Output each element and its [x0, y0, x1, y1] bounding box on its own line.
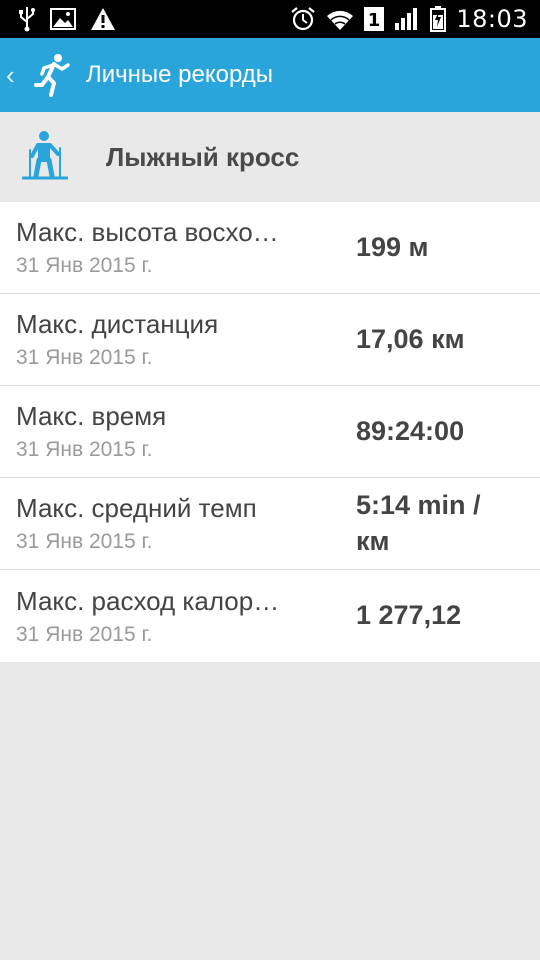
record-label: Макс. средний темп	[16, 493, 257, 523]
signal-icon	[394, 7, 420, 31]
record-date: 31 Янв 2015 г.	[16, 438, 153, 461]
record-row-max-distance[interactable]: Макс. дистанция 31 Янв 2015 г. 17,06 км	[0, 294, 540, 386]
record-info: Макс. время 31 Янв 2015 г.	[16, 401, 356, 462]
status-bar: 1 18:03	[0, 0, 540, 38]
page-title: Личные рекорды	[86, 61, 274, 88]
running-person-icon[interactable]	[34, 53, 70, 97]
record-value: 199 м	[356, 231, 429, 262]
record-value: 89:24:00	[356, 415, 465, 446]
alarm-icon	[290, 6, 316, 32]
record-value: 5:14 min / км	[356, 490, 481, 556]
record-value: 17,06 км	[356, 323, 465, 354]
record-row-max-time[interactable]: Макс. время 31 Янв 2015 г. 89:24:00	[0, 386, 540, 478]
record-label: Макс. расход калор…	[16, 585, 280, 616]
section-header: Лыжный кросс	[0, 112, 540, 202]
record-date: 31 Янв 2015 г.	[16, 254, 153, 277]
record-label: Макс. время	[16, 401, 167, 431]
usb-icon	[18, 6, 36, 32]
record-info: Макс. расход калор… 31 Янв 2015 г.	[16, 586, 356, 647]
status-time: 18:03	[456, 5, 528, 33]
sim-number: 1	[368, 10, 381, 31]
record-info: Макс. средний темп 31 Янв 2015 г.	[16, 493, 356, 554]
image-icon	[50, 8, 76, 30]
record-label: Макс. высота восхо…	[16, 217, 279, 247]
back-chevron-icon[interactable]: ‹	[6, 62, 24, 88]
status-bar-left	[18, 6, 116, 32]
record-row-max-calories[interactable]: Макс. расход калор… 31 Янв 2015 г. 1 277…	[0, 570, 540, 662]
record-date: 31 Янв 2015 г.	[16, 622, 153, 646]
battery-icon	[430, 6, 447, 32]
record-value: 1 277,12	[356, 600, 462, 631]
record-date: 31 Янв 2015 г.	[16, 530, 153, 553]
status-bar-right: 1 18:03	[290, 5, 528, 33]
record-info: Макс. высота восхо… 31 Янв 2015 г.	[16, 217, 356, 278]
warning-icon	[90, 7, 116, 31]
record-row-max-elevation[interactable]: Макс. высота восхо… 31 Янв 2015 г. 199 м	[0, 202, 540, 294]
wifi-icon	[326, 7, 354, 31]
app-bar: ‹ Личные рекорды	[0, 38, 540, 112]
records-list: Макс. высота восхо… 31 Янв 2015 г. 199 м…	[0, 202, 540, 662]
record-row-max-avg-pace[interactable]: Макс. средний темп 31 Янв 2015 г. 5:14 m…	[0, 478, 540, 570]
record-info: Макс. дистанция 31 Янв 2015 г.	[16, 309, 356, 370]
record-date: 31 Янв 2015 г.	[16, 346, 153, 369]
skiing-icon	[21, 130, 69, 184]
section-title: Лыжный кросс	[106, 141, 300, 172]
sim-1-icon: 1	[364, 7, 385, 31]
record-label: Макс. дистанция	[16, 309, 219, 339]
